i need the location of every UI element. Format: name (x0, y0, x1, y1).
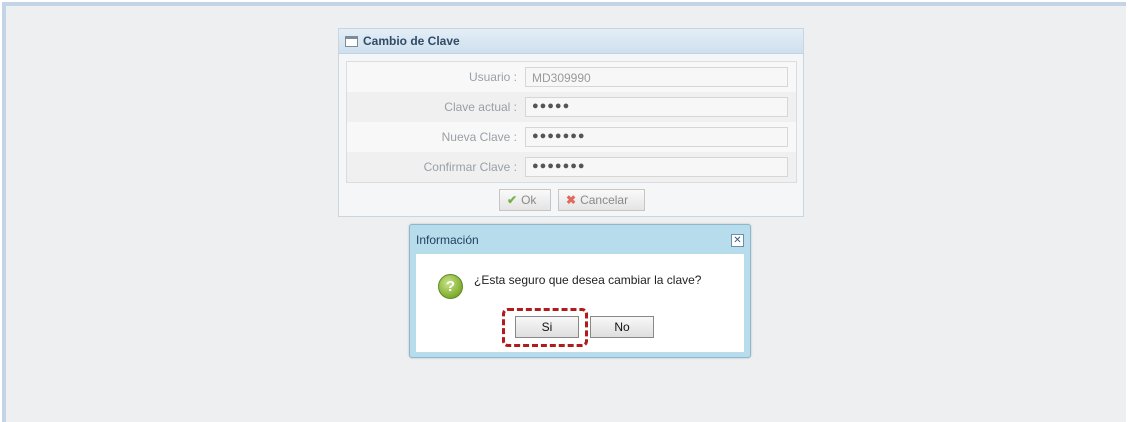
panel-button-row: ✔ Ok ✖ Cancelar (339, 189, 803, 213)
ok-button[interactable]: ✔ Ok (499, 189, 551, 211)
panel-header: Cambio de Clave (339, 29, 803, 54)
question-icon: ? (438, 274, 463, 299)
clave-actual-field[interactable]: ●●●●● (525, 97, 788, 117)
usuario-field[interactable]: MD309990 (525, 67, 788, 87)
form-box: Usuario : MD309990 Clave actual : ●●●●● … (346, 61, 797, 183)
change-password-panel: Cambio de Clave Usuario : MD309990 Clave… (338, 28, 804, 217)
dialog-title: Información (416, 233, 479, 247)
usuario-label: Usuario : (468, 70, 517, 84)
nueva-clave-label: Nueva Clave : (441, 130, 517, 144)
no-button[interactable]: No (590, 316, 654, 338)
dialog-message: ¿Esta seguro que desea cambiar la clave? (474, 273, 702, 287)
window-icon (345, 35, 358, 47)
nueva-clave-field[interactable]: ●●●●●●● (525, 127, 788, 147)
confirmar-clave-label: Confirmar Clave : (423, 160, 517, 174)
cross-icon: ✖ (566, 193, 577, 207)
ok-label: Ok (521, 193, 537, 207)
form-row-nueva-clave: Nueva Clave : ●●●●●●● (347, 122, 796, 152)
form-row-confirmar-clave: Confirmar Clave : ●●●●●●● (347, 152, 796, 182)
panel-title: Cambio de Clave (363, 34, 460, 48)
checkmark-icon: ✔ (507, 193, 518, 207)
cancel-button[interactable]: ✖ Cancelar (558, 189, 645, 211)
clave-actual-label: Clave actual : (444, 100, 517, 114)
highlight-box (502, 308, 588, 347)
confirmar-clave-field[interactable]: ●●●●●●● (525, 157, 788, 177)
cancel-label: Cancelar (580, 193, 629, 207)
close-icon[interactable]: ✕ (731, 234, 744, 247)
form-row-clave-actual: Clave actual : ●●●●● (347, 92, 796, 122)
form-row-usuario: Usuario : MD309990 (347, 62, 796, 92)
dialog-header: Información ✕ (410, 225, 750, 253)
